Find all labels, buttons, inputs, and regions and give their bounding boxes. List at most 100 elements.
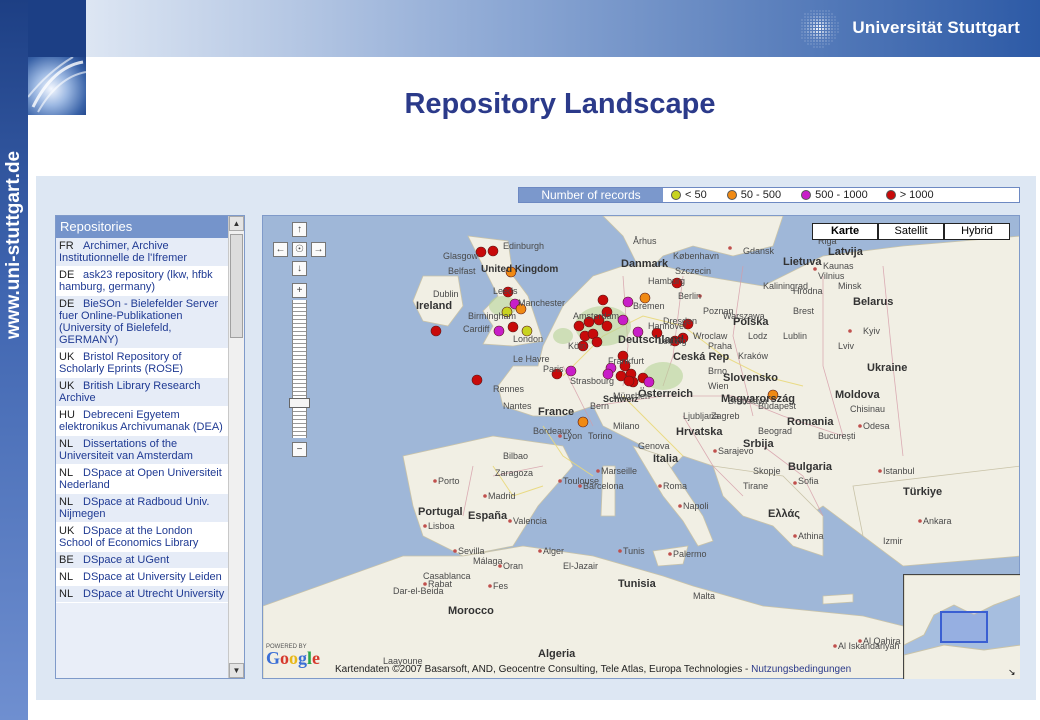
city-label: Brno <box>708 366 728 376</box>
country-label: Ceská Rep <box>673 351 730 363</box>
repository-name[interactable]: Debreceni Egyetem elektronikus Archivuma… <box>59 409 223 433</box>
country-label: España <box>468 510 508 522</box>
repository-marker[interactable] <box>597 294 609 306</box>
repository-marker[interactable] <box>623 375 635 387</box>
repository-name[interactable]: DSpace at Open Universiteit Nederland <box>59 467 222 491</box>
scroll-up-icon[interactable]: ▲ <box>229 216 244 231</box>
corner-photo <box>28 57 86 115</box>
zoom-out-icon[interactable]: − <box>292 442 307 457</box>
repository-marker[interactable] <box>507 321 519 333</box>
city-label: Warszawa <box>723 311 765 321</box>
repository-list-item[interactable]: FR Archimer, Archive Institutionnelle de … <box>56 238 229 267</box>
repository-list-item[interactable]: DE BieSOn - Bielefelder Server fuer Onlin… <box>56 296 229 349</box>
repository-marker[interactable] <box>487 245 499 257</box>
country-label: Algeria <box>538 648 576 660</box>
city-label: Alger <box>543 546 565 556</box>
city-label: Köln <box>568 341 587 351</box>
city-dot <box>538 549 542 553</box>
repository-marker[interactable] <box>565 365 577 377</box>
city-label: Kaunas <box>823 261 854 271</box>
city-label: Kyiv <box>863 326 881 336</box>
repository-marker[interactable] <box>577 416 589 428</box>
city-dot <box>596 469 600 473</box>
city-dot <box>793 481 797 485</box>
zoom-slider-thumb[interactable] <box>289 398 310 408</box>
city-label: Gdansk <box>743 246 775 256</box>
zoom-in-icon[interactable]: + <box>292 283 307 298</box>
city-label: Izmir <box>883 536 903 546</box>
city-label: Beograd <box>758 426 793 436</box>
repository-list-item[interactable]: UK DSpace at the London School of Economi… <box>56 523 229 552</box>
repository-name[interactable]: DSpace at Utrecht University <box>83 588 224 600</box>
map-type-satellit-button[interactable]: Satellit <box>878 223 944 240</box>
overview-viewport[interactable] <box>940 611 988 643</box>
country-code: UK <box>59 380 75 392</box>
repository-list-item[interactable]: HU Debreceni Egyetem elektronikus Archivu… <box>56 407 229 436</box>
pan-left-icon[interactable]: ← <box>273 242 288 257</box>
city-label: Al Qahira <box>863 636 901 646</box>
repository-list-item[interactable]: BE DSpace at UGent <box>56 552 229 569</box>
pan-right-icon[interactable]: → <box>311 242 326 257</box>
repository-name[interactable]: DSpace at UGent <box>83 554 169 566</box>
repository-marker[interactable] <box>430 325 442 337</box>
city-label: Dar-el-Beida <box>393 586 444 596</box>
repository-name[interactable]: BieSOn - Bielefelder Server fuer Online-… <box>59 298 218 346</box>
city-label: Glasgow <box>443 251 479 261</box>
city-label: Lisboa <box>428 521 455 531</box>
pan-down-icon[interactable]: ↓ <box>292 261 307 276</box>
repository-marker[interactable] <box>573 320 585 332</box>
city-dot <box>508 519 512 523</box>
repository-marker[interactable] <box>622 296 634 308</box>
city-label: Dublin <box>433 289 459 299</box>
repository-marker[interactable] <box>471 374 483 386</box>
repository-list-item[interactable]: NL DSpace at Open Universiteit Nederland <box>56 465 229 494</box>
city-label: Sofia <box>798 476 819 486</box>
country-label: Romania <box>787 416 834 428</box>
repository-marker[interactable] <box>601 320 613 332</box>
terms-of-use-link[interactable]: Nutzungsbedingungen <box>751 664 851 675</box>
scroll-down-icon[interactable]: ▼ <box>229 663 244 678</box>
repository-list-box: Repositories FR Archimer, Archive Institu… <box>55 215 245 679</box>
zoom-slider-track[interactable] <box>292 300 307 438</box>
city-label: Szczecin <box>675 266 712 276</box>
city-dot <box>453 549 457 553</box>
country-label: Moldova <box>835 389 880 401</box>
legend-item-lt50: < 50 <box>663 188 707 202</box>
red-dot-icon <box>885 190 896 200</box>
repository-name[interactable]: DSpace at University Leiden <box>83 571 222 583</box>
city-label: Athina <box>798 531 824 541</box>
repository-list-item[interactable]: UK British Library Research Archive <box>56 378 229 407</box>
repository-name[interactable]: ask23 repository (lkw, hfbk hamburg, ger… <box>59 269 213 293</box>
repository-list-item[interactable]: UK Bristol Repository of Scholarly Eprint… <box>56 349 229 378</box>
repository-scrollbar[interactable]: ▲ ▼ <box>228 216 244 678</box>
repository-marker[interactable] <box>493 325 505 337</box>
country-label: Ireland <box>416 300 453 312</box>
city-label: Minsk <box>838 281 862 291</box>
city-dot <box>918 519 922 523</box>
city-label: Sarajevo <box>718 446 754 456</box>
repository-marker[interactable] <box>617 314 629 326</box>
country-code: DE <box>59 269 75 281</box>
city-label: Napoli <box>683 501 709 511</box>
legend-item-500-1000: 500 - 1000 <box>781 188 868 202</box>
repository-marker[interactable] <box>591 336 603 348</box>
scroll-thumb[interactable] <box>230 234 243 338</box>
repository-list[interactable]: FR Archimer, Archive Institutionnelle de … <box>56 238 229 678</box>
pan-center-icon[interactable]: ☉ <box>292 242 307 257</box>
city-label: Cardiff <box>463 324 490 334</box>
yellow-dot-icon <box>671 190 681 200</box>
city-label: Zaragoza <box>495 468 534 478</box>
repository-list-item[interactable]: NL DSpace at Utrecht University <box>56 586 229 603</box>
collapse-overview-icon[interactable]: ↘ <box>1008 667 1018 677</box>
map-type-karte-button[interactable]: Karte <box>812 223 878 240</box>
repository-list-item[interactable]: NL DSpace at Radboud Univ. Nijmegen <box>56 494 229 523</box>
repository-list-item[interactable]: NL Dissertations of the Universiteit van … <box>56 436 229 465</box>
map-type-hybrid-button[interactable]: Hybrid <box>944 223 1010 240</box>
country-label: Italia <box>653 453 679 465</box>
repository-list-item[interactable]: NL DSpace at University Leiden <box>56 569 229 586</box>
city-label: Hamburg <box>648 276 686 286</box>
repository-list-item[interactable]: DE ask23 repository (lkw, hfbk hamburg, g… <box>56 267 229 296</box>
pan-up-icon[interactable]: ↑ <box>292 222 307 237</box>
overview-map[interactable]: ↘ <box>903 574 1020 679</box>
repository-marker[interactable] <box>643 376 655 388</box>
